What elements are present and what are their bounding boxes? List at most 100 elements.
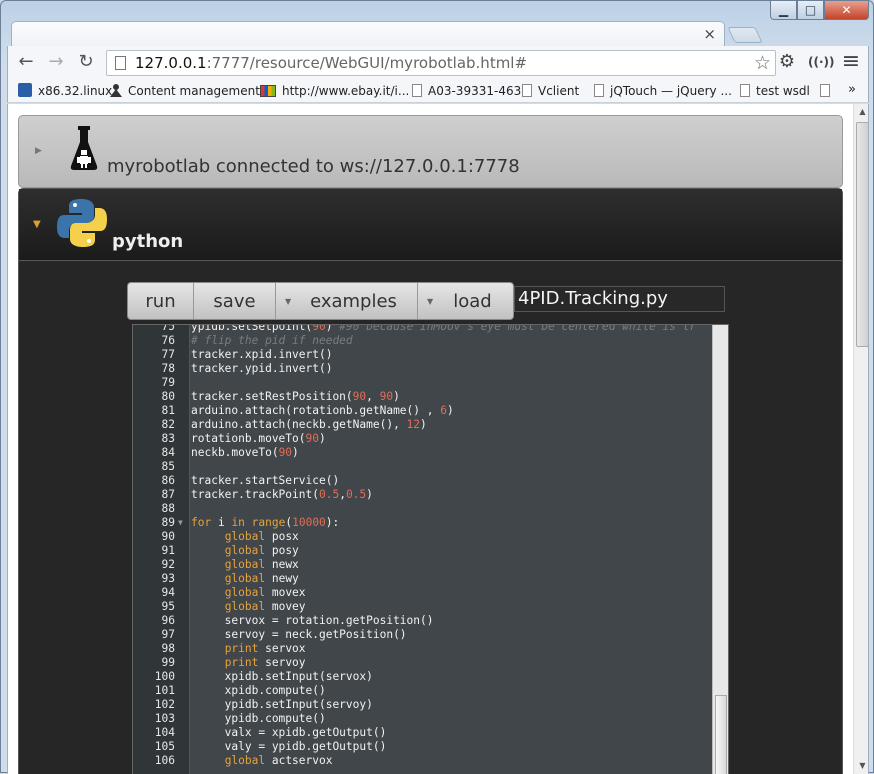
browser-tab[interactable]: × bbox=[11, 21, 725, 47]
maximize-button[interactable]: □ bbox=[797, 1, 824, 20]
bookmark-label: Content management bbox=[128, 84, 260, 98]
collapse-arrow-icon[interactable]: ▼ bbox=[33, 219, 41, 230]
bookmark-item[interactable]: x86.32.linux bbox=[18, 82, 112, 100]
bookmark-label: test wsdl bbox=[756, 84, 810, 98]
code-line[interactable]: 94 global movex bbox=[133, 586, 713, 600]
fold-arrow-icon[interactable]: ▼ bbox=[178, 516, 183, 530]
bookmarks-more-icon[interactable]: » bbox=[848, 82, 856, 97]
bookmark-item[interactable] bbox=[820, 82, 836, 100]
broadcast-icon[interactable]: ((·)) bbox=[808, 51, 835, 73]
line-number: 96 bbox=[161, 614, 175, 627]
code-line[interactable]: 88 bbox=[133, 502, 713, 516]
ebay-icon bbox=[260, 85, 276, 97]
code-text: ypidb.compute() bbox=[191, 712, 326, 725]
code-line[interactable]: 98 print servox bbox=[133, 642, 713, 656]
code-line[interactable]: 103 ypidb.compute() bbox=[133, 712, 713, 726]
code-line[interactable]: 102 ypidb.setInput(servoy) bbox=[133, 698, 713, 712]
settings-gear-icon[interactable]: ⚙ bbox=[776, 51, 798, 73]
code-line[interactable]: 99 print servoy bbox=[133, 656, 713, 670]
reload-icon[interactable]: ↻ bbox=[74, 51, 98, 73]
code-line[interactable]: 106 global actservox bbox=[133, 754, 713, 768]
line-number: 80 bbox=[161, 390, 175, 403]
code-line[interactable]: 92 global newx bbox=[133, 558, 713, 572]
line-number: 85 bbox=[161, 460, 175, 473]
code-line[interactable]: 78 tracker.ypid.invert() bbox=[133, 362, 713, 376]
code-line[interactable]: 82 arduino.attach(neckb.getName(), 12) bbox=[133, 418, 713, 432]
bookmark-item[interactable]: http://www.ebay.it/i... bbox=[260, 82, 409, 100]
page-icon bbox=[412, 84, 422, 97]
scroll-down-arrow-icon[interactable]: ▼ bbox=[854, 758, 868, 774]
editor-scrollbar-thumb[interactable] bbox=[715, 695, 727, 774]
code-line[interactable]: 77 tracker.xpid.invert() bbox=[133, 348, 713, 362]
star-icon[interactable]: ☆ bbox=[754, 51, 771, 75]
code-line[interactable]: 75 ypidb.setSetpoint(90) #90 because InMo… bbox=[133, 325, 713, 334]
code-editor[interactable]: 75 ypidb.setSetpoint(90) #90 because InMo… bbox=[132, 324, 729, 774]
bookmark-item[interactable]: test wsdl bbox=[740, 82, 810, 100]
code-text: arduino.attach(neckb.getName(), 12) bbox=[191, 418, 427, 431]
python-panel: ▼ python run save ▼ examples ▼ load 4PID… bbox=[18, 188, 843, 774]
code-line[interactable]: 93 global newy bbox=[133, 572, 713, 586]
code-line[interactable]: 81 arduino.attach(rotationb.getName() , 6… bbox=[133, 404, 713, 418]
page-scrollbar[interactable]: ▲ ▼ bbox=[853, 104, 868, 774]
scroll-up-arrow-icon[interactable]: ▲ bbox=[854, 104, 868, 120]
page-viewport: ▶ myrobotlab connected to ws://127.0.0.1… bbox=[7, 104, 869, 774]
myrobotlab-flask-icon bbox=[70, 126, 98, 170]
bookmark-item[interactable]: Content management bbox=[110, 82, 260, 100]
forward-arrow-icon[interactable]: → bbox=[44, 51, 68, 73]
code-line[interactable]: 97 servoy = neck.getPosition() bbox=[133, 628, 713, 642]
line-number: 100 bbox=[154, 670, 175, 683]
bookmark-item[interactable]: jQTouch — jQuery ... bbox=[594, 82, 732, 100]
line-number: 87 bbox=[161, 488, 175, 501]
filename-field[interactable]: 4PID.Tracking.py bbox=[514, 286, 725, 312]
line-number: 90 bbox=[161, 530, 175, 543]
code-line[interactable]: 79 bbox=[133, 376, 713, 390]
code-text: servox = rotation.getPosition() bbox=[191, 614, 434, 627]
code-line[interactable]: 91 global posy bbox=[133, 544, 713, 558]
code-line[interactable]: 85 bbox=[133, 460, 713, 474]
menu-icon[interactable]: ≡ bbox=[840, 51, 862, 73]
examples-label: examples bbox=[310, 291, 397, 312]
bookmark-item[interactable]: A03-39331-463 bbox=[412, 82, 521, 100]
page-icon bbox=[115, 56, 126, 70]
code-text: global actservox bbox=[224, 754, 333, 767]
person-icon bbox=[110, 83, 122, 97]
load-dropdown[interactable]: ▼ load bbox=[418, 283, 513, 319]
bookmark-label: x86.32.linux bbox=[38, 84, 113, 98]
line-number: 88 bbox=[161, 502, 175, 515]
tab-close-icon[interactable]: × bbox=[703, 25, 716, 43]
run-button[interactable]: run bbox=[128, 283, 194, 319]
code-line[interactable]: 76 # flip the pid if needed bbox=[133, 334, 713, 348]
code-line[interactable]: 105 valy = ypidb.getOutput() bbox=[133, 740, 713, 754]
bookmark-label: Vclient bbox=[538, 84, 580, 98]
examples-dropdown[interactable]: ▼ examples bbox=[276, 283, 418, 319]
code-line[interactable]: 89 ▼ for i in range(10000): bbox=[133, 516, 713, 530]
code-line[interactable]: 95 global movey bbox=[133, 600, 713, 614]
code-text: tracker.trackPoint(0.5,0.5) bbox=[191, 488, 373, 501]
code-text: xpidb.compute() bbox=[191, 684, 326, 697]
page-scrollbar-thumb[interactable] bbox=[856, 122, 868, 347]
line-number: 93 bbox=[161, 572, 175, 585]
bookmark-item[interactable]: Vclient bbox=[522, 82, 579, 100]
code-line[interactable]: 80 tracker.setRestPosition(90, 90) bbox=[133, 390, 713, 404]
minimize-button[interactable]: ▁ bbox=[770, 1, 797, 20]
code-line[interactable]: 90 global posx bbox=[133, 530, 713, 544]
bookmark-label: A03-39331-463 bbox=[428, 84, 522, 98]
editor-scrollbar[interactable] bbox=[712, 325, 728, 774]
expand-arrow-icon[interactable]: ▶ bbox=[35, 146, 42, 156]
address-bar[interactable]: 127.0.0.1:7777/resource/WebGUI/myrobotla… bbox=[106, 50, 776, 76]
code-line[interactable]: 84 neckb.moveTo(90) bbox=[133, 446, 713, 460]
code-line[interactable]: 104 valx = xpidb.getOutput() bbox=[133, 726, 713, 740]
code-line[interactable]: 100 xpidb.setInput(servox) bbox=[133, 670, 713, 684]
code-line[interactable]: 86 tracker.startService() bbox=[133, 474, 713, 488]
code-line[interactable]: 87 tracker.trackPoint(0.5,0.5) bbox=[133, 488, 713, 502]
code-line[interactable]: 96 servox = rotation.getPosition() bbox=[133, 614, 713, 628]
save-button[interactable]: save bbox=[194, 283, 276, 319]
code-line[interactable]: 101 xpidb.compute() bbox=[133, 684, 713, 698]
line-number: 99 bbox=[161, 656, 175, 669]
code-text: xpidb.setInput(servox) bbox=[191, 670, 373, 683]
close-window-button[interactable]: ✕ bbox=[824, 1, 869, 20]
page-icon bbox=[820, 84, 830, 97]
back-arrow-icon[interactable]: ← bbox=[14, 51, 38, 73]
code-line[interactable]: 83 rotationb.moveTo(90) bbox=[133, 432, 713, 446]
new-tab-button[interactable] bbox=[727, 27, 763, 43]
